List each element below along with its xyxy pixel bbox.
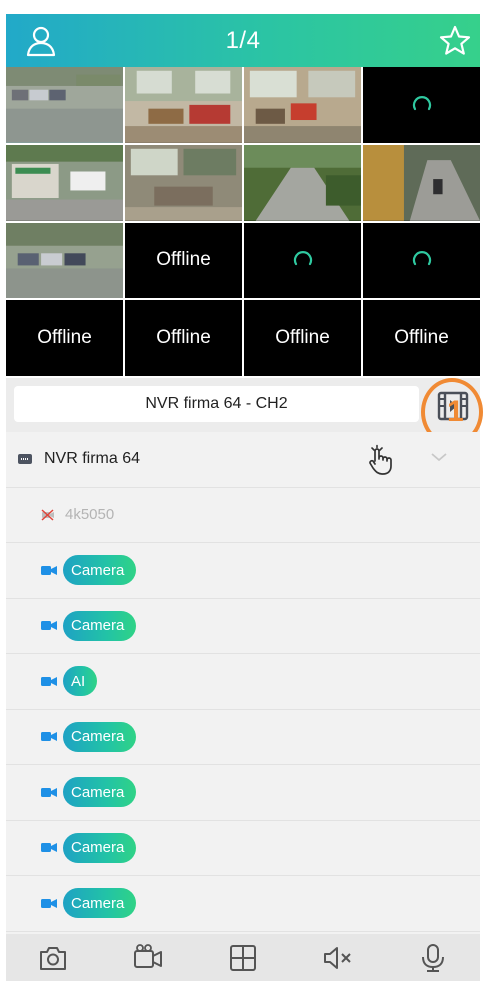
camera-tile[interactable] xyxy=(363,67,480,143)
channel-row[interactable]: Camera xyxy=(6,599,480,654)
camera-feed-image xyxy=(6,222,123,299)
current-channel-field[interactable]: NVR firma 64 - CH2 xyxy=(14,386,419,422)
device-row[interactable]: NVR firma 64 xyxy=(6,432,480,488)
record-button[interactable] xyxy=(130,940,166,976)
camera-tile[interactable] xyxy=(125,67,242,143)
snapshot-button[interactable] xyxy=(35,940,71,976)
camera-tile[interactable] xyxy=(363,144,480,221)
camera-tile[interactable]: Offline xyxy=(244,300,361,376)
camera-feed-image xyxy=(244,144,361,221)
playback-icon[interactable] xyxy=(436,390,470,422)
camera-tile[interactable] xyxy=(244,222,361,299)
camera-feed-image xyxy=(125,144,242,221)
channel-row[interactable]: AI xyxy=(6,654,480,710)
camera-tile[interactable]: Offline xyxy=(363,300,480,376)
channel-label: Camera xyxy=(63,888,137,919)
microphone-button[interactable] xyxy=(415,940,451,976)
loading-spinner-icon xyxy=(412,95,431,110)
camera-offline-icon xyxy=(41,509,54,521)
camera-feed-image xyxy=(244,67,361,143)
camera-tile[interactable] xyxy=(244,144,361,221)
grid-layout-icon xyxy=(229,944,256,971)
camera-icon xyxy=(41,787,57,797)
channel-label: Camera xyxy=(63,777,137,808)
channel-label: AI xyxy=(63,666,98,697)
camera-grid: Offline Offline Offline Offline Offline xyxy=(6,67,480,376)
offline-label: Offline xyxy=(37,327,92,349)
camera-tile[interactable]: Offline xyxy=(125,300,242,376)
channel-row[interactable]: Camera xyxy=(6,876,480,932)
offline-label: Offline xyxy=(394,327,449,349)
camera-feed-image xyxy=(6,67,123,143)
channel-label: Camera xyxy=(63,832,137,863)
offline-label: Offline xyxy=(275,327,330,349)
camera-tile[interactable]: Offline xyxy=(6,300,123,376)
nvr-device-icon xyxy=(18,454,32,465)
app-root: 1/4 Offline Offline Offline Offline Offline … xyxy=(0,0,483,981)
snapshot-icon xyxy=(40,946,67,970)
offline-label: Offline xyxy=(156,327,211,349)
channel-label: 4k5050 xyxy=(65,506,115,524)
channel-row[interactable]: Camera xyxy=(6,765,480,821)
channel-label: Camera xyxy=(63,721,137,752)
camera-tile[interactable]: Offline xyxy=(125,222,242,299)
camera-tile[interactable] xyxy=(6,144,123,221)
chevron-down-icon[interactable] xyxy=(430,450,448,464)
device-list: NVR firma 64 4k5050 Camera Camera AI Camera C… xyxy=(6,432,480,934)
camera-feed-image xyxy=(125,67,242,143)
camera-tile[interactable] xyxy=(6,222,123,299)
camera-icon xyxy=(41,621,57,631)
channel-row[interactable]: Camera xyxy=(6,543,480,599)
header-bar: 1/4 xyxy=(6,14,480,67)
loading-spinner-icon xyxy=(293,251,312,266)
camera-icon xyxy=(41,676,57,686)
record-icon xyxy=(134,943,163,968)
camera-tile[interactable] xyxy=(125,144,242,221)
camera-icon xyxy=(41,898,57,908)
user-icon[interactable] xyxy=(24,24,58,58)
channel-row[interactable]: Camera xyxy=(6,821,480,876)
loading-spinner-icon xyxy=(412,251,431,266)
bottom-toolbar xyxy=(6,934,480,981)
camera-tile[interactable] xyxy=(244,67,361,143)
offline-label: Offline xyxy=(156,249,211,271)
channel-row[interactable]: Camera xyxy=(6,710,480,765)
grid-layout-button[interactable] xyxy=(225,940,261,976)
star-icon[interactable] xyxy=(438,24,472,58)
device-label: NVR firma 64 xyxy=(44,450,141,468)
camera-feed-image xyxy=(6,144,123,221)
camera-tile[interactable] xyxy=(6,67,123,143)
channel-label: Camera xyxy=(63,610,137,641)
channel-bar: NVR firma 64 - CH2 xyxy=(6,378,480,432)
mute-icon xyxy=(323,946,351,969)
tap-hand-icon[interactable] xyxy=(364,444,396,476)
channel-label: Camera xyxy=(63,555,137,586)
mute-button[interactable] xyxy=(320,940,356,976)
camera-feed-image xyxy=(363,144,480,221)
camera-icon xyxy=(41,732,57,742)
page-indicator: 1/4 xyxy=(225,26,261,54)
microphone-icon xyxy=(421,943,444,972)
camera-icon xyxy=(41,843,57,853)
channel-row[interactable]: 4k5050 xyxy=(6,488,480,543)
camera-icon xyxy=(41,565,57,575)
camera-tile[interactable] xyxy=(363,222,480,299)
